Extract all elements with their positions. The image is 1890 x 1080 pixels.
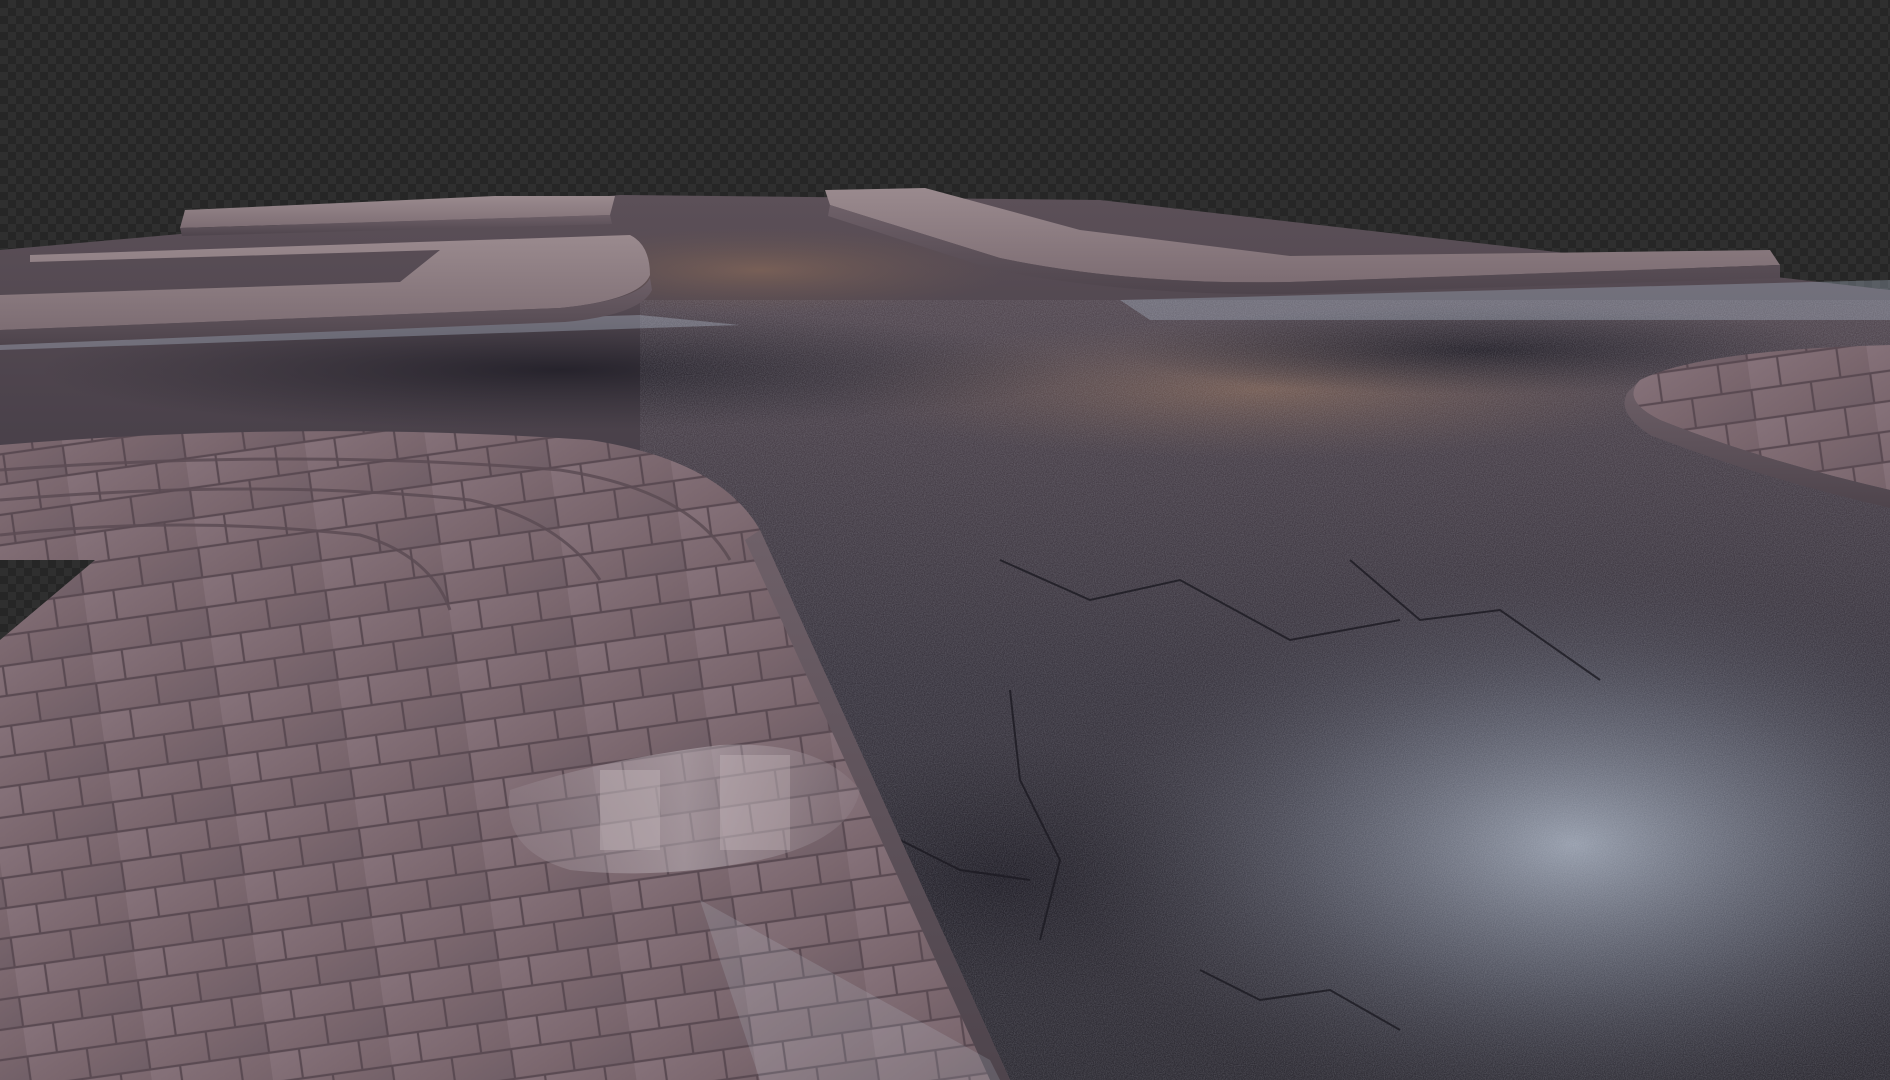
street-render bbox=[0, 0, 1890, 1080]
puddle-highlight-2 bbox=[720, 755, 790, 850]
puddle-highlight-1 bbox=[600, 770, 660, 850]
render-viewport bbox=[0, 0, 1890, 1080]
